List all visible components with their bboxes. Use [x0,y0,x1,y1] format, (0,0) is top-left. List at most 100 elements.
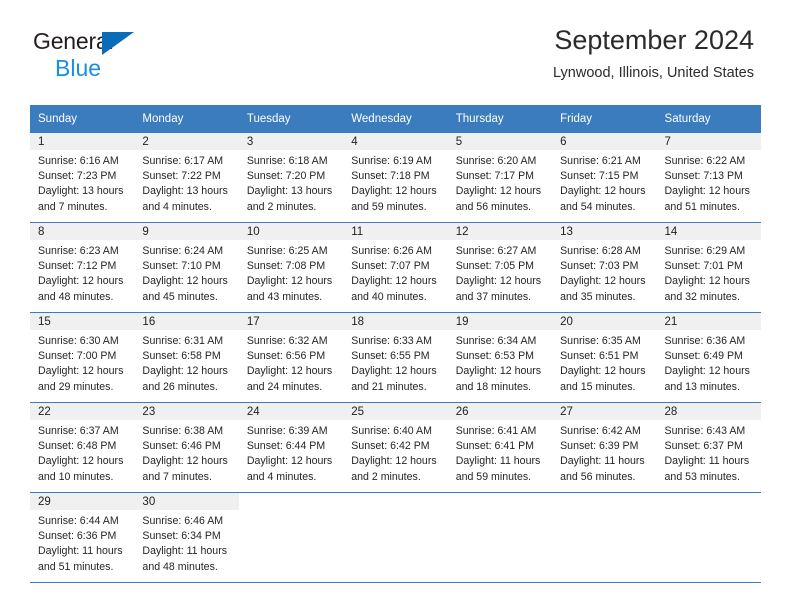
sunset-text: Sunset: 7:07 PM [351,260,430,273]
day-cell[interactable]: 26 Sunrise: 6:41 AM Sunset: 6:41 PM Dayligh… [447,402,553,493]
day-number [552,493,656,510]
daylight-text-line2: and 26 minutes. [142,380,218,393]
day-cell[interactable]: 17 Sunrise: 6:32 AM Sunset: 6:56 PM Dayligh… [238,312,344,403]
calendar-week-row: 1 Sunrise: 6:16 AM Sunset: 7:23 PM Daylight… [30,133,761,223]
daylight-text-line2: and 24 minutes. [246,380,323,393]
sunrise-text: Sunrise: 6:30 AM [38,335,119,347]
day-cell[interactable]: 19 Sunrise: 6:34 AM Sunset: 6:53 PM Dayligh… [447,312,553,403]
day-cell[interactable]: 25 Sunrise: 6:40 AM Sunset: 6:42 PM Dayligh… [343,402,448,493]
sunrise-text: Sunrise: 6:24 AM [142,245,224,257]
day-number: 21 [656,313,761,330]
daylight-text-line2: and 51 minutes. [38,560,114,573]
day-cell[interactable]: 22 Sunrise: 6:37 AM Sunset: 6:48 PM Dayligh… [30,402,135,493]
day-cell[interactable]: 23 Sunrise: 6:38 AM Sunset: 6:46 PM Dayligh… [134,402,239,493]
sunset-text: Sunset: 6:46 PM [142,440,221,453]
weekday-header-thursday: Thursday [447,105,553,133]
day-cell[interactable]: 18 Sunrise: 6:33 AM Sunset: 6:55 PM Dayligh… [343,312,448,403]
sunrise-text: Sunrise: 6:19 AM [351,155,432,167]
sunrise-text: Sunrise: 6:18 AM [246,155,328,167]
sunrise-text: Sunrise: 6:22 AM [664,155,746,167]
calendar-week-row: 22 Sunrise: 6:37 AM Sunset: 6:48 PM Dayligh… [30,402,761,493]
sunset-text: Sunset: 6:37 PM [664,440,743,453]
daylight-text-line1: Daylight: 12 hours [664,365,750,378]
sunset-text: Sunset: 7:17 PM [455,170,535,183]
sunrise-text: Sunrise: 6:38 AM [142,425,224,437]
day-cell-empty [656,492,761,583]
day-cell[interactable]: 7 Sunrise: 6:22 AM Sunset: 7:13 PM Daylight… [656,133,761,223]
day-cell[interactable]: 8 Sunrise: 6:23 AM Sunset: 7:12 PM Daylight… [30,222,135,313]
day-cell[interactable]: 29 Sunrise: 6:44 AM Sunset: 6:36 PM Dayligh… [30,492,135,583]
day-cell[interactable]: 28 Sunrise: 6:43 AM Sunset: 6:37 PM Dayligh… [656,402,761,493]
daylight-text-line1: Daylight: 12 hours [246,365,333,378]
daylight-text-line1: Daylight: 13 hours [246,185,333,198]
weekday-header-tuesday: Tuesday [238,105,344,133]
sunrise-text: Sunrise: 6:43 AM [664,425,746,437]
calendar-week-row: 29 Sunrise: 6:44 AM Sunset: 6:36 PM Dayligh… [30,492,761,583]
day-number: 28 [656,403,761,420]
day-cell[interactable]: 11 Sunrise: 6:26 AM Sunset: 7:07 PM Dayligh… [343,222,448,313]
daylight-text-line2: and 59 minutes. [455,470,532,483]
day-cell[interactable]: 24 Sunrise: 6:39 AM Sunset: 6:44 PM Dayligh… [238,402,344,493]
sunset-text: Sunset: 7:18 PM [351,170,430,183]
sunrise-text: Sunrise: 6:35 AM [560,335,641,347]
logo-text-blue: Blue [55,55,102,81]
day-number: 13 [552,223,657,240]
day-cell-empty [447,492,553,583]
day-cell[interactable]: 12 Sunrise: 6:27 AM Sunset: 7:05 PM Dayligh… [447,222,553,313]
day-cell[interactable]: 6 Sunrise: 6:21 AM Sunset: 7:15 PM Daylight… [552,133,657,223]
day-number: 30 [134,493,239,510]
day-cell[interactable]: 27 Sunrise: 6:42 AM Sunset: 6:39 PM Dayligh… [552,402,657,493]
daylight-text-line1: Daylight: 11 hours [142,545,228,558]
general-blue-logo[interactable]: General Blue [33,30,213,82]
sunrise-text: Sunrise: 6:44 AM [38,515,119,527]
day-number: 22 [30,403,135,420]
sunset-text: Sunset: 6:44 PM [246,440,326,453]
daylight-text-line2: and 43 minutes. [246,290,323,303]
day-number: 5 [447,133,553,150]
day-cell[interactable]: 9 Sunrise: 6:24 AM Sunset: 7:10 PM Daylight… [134,222,239,313]
sunset-text: Sunset: 6:58 PM [142,350,221,363]
calendar-week-row: 8 Sunrise: 6:23 AM Sunset: 7:12 PM Daylight… [30,222,761,313]
day-cell[interactable]: 21 Sunrise: 6:36 AM Sunset: 6:49 PM Dayligh… [656,312,761,403]
day-cell[interactable]: 16 Sunrise: 6:31 AM Sunset: 6:58 PM Dayligh… [134,312,239,403]
daylight-text-line2: and 21 minutes. [351,380,427,393]
daylight-text-line2: and 4 minutes. [142,200,212,213]
day-cell[interactable]: 13 Sunrise: 6:28 AM Sunset: 7:03 PM Dayligh… [552,222,657,313]
daylight-text-line1: Daylight: 12 hours [560,275,646,288]
day-cell[interactable]: 4 Sunrise: 6:19 AM Sunset: 7:18 PM Daylight… [343,133,448,223]
sunrise-text: Sunrise: 6:20 AM [455,155,537,167]
daylight-text-line1: Daylight: 13 hours [142,185,228,198]
daylight-text-line2: and 15 minutes. [560,380,636,393]
day-number [448,493,552,510]
day-cell[interactable]: 14 Sunrise: 6:29 AM Sunset: 7:01 PM Dayligh… [656,222,761,313]
day-cell[interactable]: 15 Sunrise: 6:30 AM Sunset: 7:00 PM Dayligh… [30,312,135,403]
daylight-text-line2: and 51 minutes. [664,200,740,213]
sunset-text: Sunset: 7:10 PM [142,260,221,273]
weekday-header-saturday: Saturday [656,105,761,133]
daylight-text-line2: and 59 minutes. [351,200,427,213]
calendar-body: 1 Sunrise: 6:16 AM Sunset: 7:23 PM Daylight… [30,133,761,583]
daylight-text-line2: and 13 minutes. [664,380,740,393]
daylight-text-line2: and 29 minutes. [38,380,114,393]
day-cell[interactable]: 1 Sunrise: 6:16 AM Sunset: 7:23 PM Daylight… [30,133,135,223]
daylight-text-line1: Daylight: 12 hours [142,455,228,468]
day-cell[interactable]: 20 Sunrise: 6:35 AM Sunset: 6:51 PM Dayligh… [552,312,657,403]
day-number: 14 [656,223,761,240]
day-cell[interactable]: 3 Sunrise: 6:18 AM Sunset: 7:20 PM Daylight… [238,133,344,223]
day-cell[interactable]: 10 Sunrise: 6:25 AM Sunset: 7:08 PM Dayligh… [238,222,344,313]
day-cell[interactable]: 30 Sunrise: 6:46 AM Sunset: 6:34 PM Dayligh… [134,492,239,583]
daylight-text-line1: Daylight: 12 hours [560,365,646,378]
daylight-text-line2: and 35 minutes. [560,290,636,303]
day-number: 9 [134,223,239,240]
sunset-text: Sunset: 6:36 PM [38,530,117,543]
daylight-text-line1: Daylight: 12 hours [664,275,750,288]
daylight-text-line1: Daylight: 12 hours [38,365,124,378]
weekday-header-wednesday: Wednesday [343,105,448,133]
day-cell[interactable]: 2 Sunrise: 6:17 AM Sunset: 7:22 PM Daylight… [134,133,239,223]
calendar-week-row: 15 Sunrise: 6:30 AM Sunset: 7:00 PM Dayligh… [30,312,761,403]
daylight-text-line2: and 2 minutes. [351,470,421,483]
sunset-text: Sunset: 7:12 PM [38,260,117,273]
daylight-text-line1: Daylight: 12 hours [38,455,124,468]
page-title: September 2024 [554,25,754,55]
day-cell[interactable]: 5 Sunrise: 6:20 AM Sunset: 7:17 PM Daylight… [447,133,553,223]
